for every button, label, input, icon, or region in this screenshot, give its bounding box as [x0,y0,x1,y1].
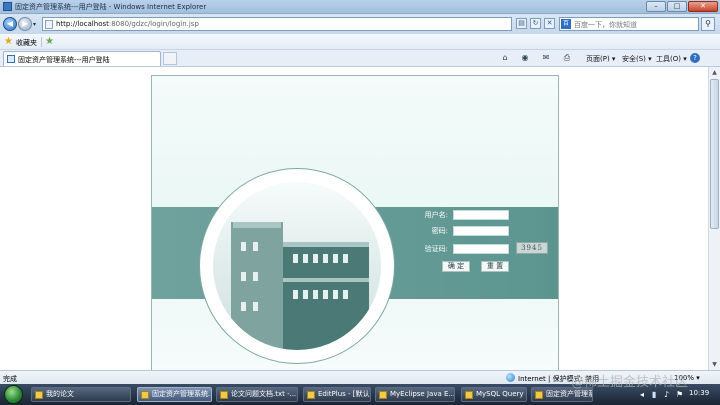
scroll-thumb[interactable] [710,79,719,229]
taskbar-item[interactable]: MyEclipse Java E... [375,387,455,402]
minimize-button[interactable]: – [646,1,666,12]
home-icon[interactable]: ⌂ [500,53,510,63]
forward-button[interactable]: ▶ [18,17,32,31]
taskbar-item-label: 固定资产管理系统... [546,390,592,398]
username-label: 用户名: [424,211,448,219]
address-input[interactable]: http://localhost:8080/gdzc/login/login.j… [42,17,512,31]
taskbar-app-icon [220,391,228,399]
taskbar-item[interactable]: EditPlus - [默认] - [... [303,387,371,402]
reset-button[interactable]: 重 置 [481,261,509,272]
page-content: 用户名: 密码: 验证码: 3945 确 定 重 置 [0,67,708,371]
favorites-bar: ★ 收藏夹 ★ [0,34,720,50]
tab-title: 固定资产管理系统---用户登陆 [18,56,110,64]
password-label: 密码: [431,227,448,235]
taskbar-item[interactable]: 论文问题文档.txt -... [216,387,298,402]
taskbar-item[interactable]: 固定资产管理系统... [137,387,212,402]
building-photo [213,182,381,350]
new-tab-button[interactable] [163,52,177,65]
back-button[interactable]: ◀ [3,17,17,31]
stop-icon[interactable]: ✕ [544,18,555,29]
scroll-down-icon[interactable]: ▼ [710,360,719,369]
tab-login[interactable]: 固定资产管理系统---用户登陆 [3,51,161,66]
close-button[interactable]: ✕ [688,1,718,12]
mail-icon[interactable]: ✉ [541,53,551,63]
taskbar-app-icon [35,391,43,399]
ok-button[interactable]: 确 定 [442,261,470,272]
username-input[interactable] [453,210,509,220]
taskbar-item-label: MySQL Query Br... [476,390,526,398]
captcha-label: 验证码: [424,245,448,253]
search-placeholder: 百度一下，你就知道 [574,21,637,29]
page-menu[interactable]: 页面(P) ▾ [586,54,615,64]
clock[interactable]: 10:39 [689,389,709,397]
flag-icon[interactable]: ⚑ [676,390,683,399]
taskbar-item-label: EditPlus - [默认] - [... [318,390,371,398]
page-icon [45,20,53,29]
window-titlebar: 固定资产管理系统---用户登陆 - Windows Internet Explo… [0,0,720,14]
safety-menu[interactable]: 安全(S) ▾ [622,54,652,64]
tray-arrow-icon[interactable]: ◂ [640,390,644,399]
taskbar-app-icon [141,391,149,399]
captcha-image[interactable]: 3945 [516,242,548,254]
ie-app-icon [3,2,12,11]
captcha-input[interactable] [453,244,509,254]
password-input[interactable] [453,226,509,236]
maximize-button[interactable]: □ [667,1,687,12]
taskbar-item-label: MyEclipse Java E... [390,390,455,398]
login-panel: 用户名: 密码: 验证码: 3945 确 定 重 置 [151,75,559,371]
network-icon[interactable]: ▮ [652,390,656,399]
window-controls: – □ ✕ [646,1,718,12]
address-bar-row: ◀ ▶ ▾ http://localhost:8080/gdzc/login/l… [0,14,720,34]
add-favorite-icon[interactable]: ★ [45,36,54,47]
taskbar-item-label: 固定资产管理系统... [152,390,212,398]
volume-icon[interactable]: ♪ [664,390,669,399]
url-text: http://localhost:8080/gdzc/login/login.j… [56,20,199,28]
taskbar-app-icon [379,391,387,399]
window-title: 固定资产管理系统---用户登陆 - Windows Internet Explo… [15,3,207,11]
status-text: 完成 [3,375,17,383]
internet-zone-icon [506,373,515,382]
refresh-icon[interactable]: ↻ [530,18,541,29]
scroll-up-icon[interactable]: ▲ [710,68,719,77]
tab-row: 固定资产管理系统---用户登陆 ⌂ ◉ ✉ ⎙ 页面(P) ▾ 安全(S) ▾ … [0,50,720,67]
recent-pages-dropdown-icon[interactable]: ▾ [33,21,36,28]
taskbar-item[interactable]: 我的论文 [31,387,131,402]
start-button[interactable] [4,385,23,404]
tab-favicon [7,55,15,63]
watermark: @稀土掘金技术社区 [571,375,689,390]
compatibility-view-icon[interactable]: ▤ [516,18,527,29]
print-icon[interactable]: ⎙ [562,53,572,63]
taskbar-item[interactable]: MySQL Query Br... [461,387,527,402]
search-go-icon[interactable]: ⚲ [701,17,715,31]
taskbar-app-icon [535,391,543,399]
vertical-scrollbar[interactable]: ▲ ▼ [708,67,720,370]
taskbar-app-icon [307,391,315,399]
taskbar-app-icon [465,391,473,399]
baidu-search-icon: 百 [561,19,571,29]
search-input[interactable]: 百 百度一下，你就知道 [559,17,699,31]
favorites-star-icon[interactable]: ★ [4,36,13,47]
favorites-separator [41,37,42,47]
feeds-icon[interactable]: ◉ [520,53,530,63]
taskbar-item-label: 论文问题文档.txt -... [231,390,297,398]
taskbar-item-label: 我的论文 [46,390,74,398]
favorites-button[interactable]: 收藏夹 [16,38,37,48]
help-icon[interactable]: ? [690,53,700,63]
tools-menu[interactable]: 工具(O) ▾ [656,54,687,64]
